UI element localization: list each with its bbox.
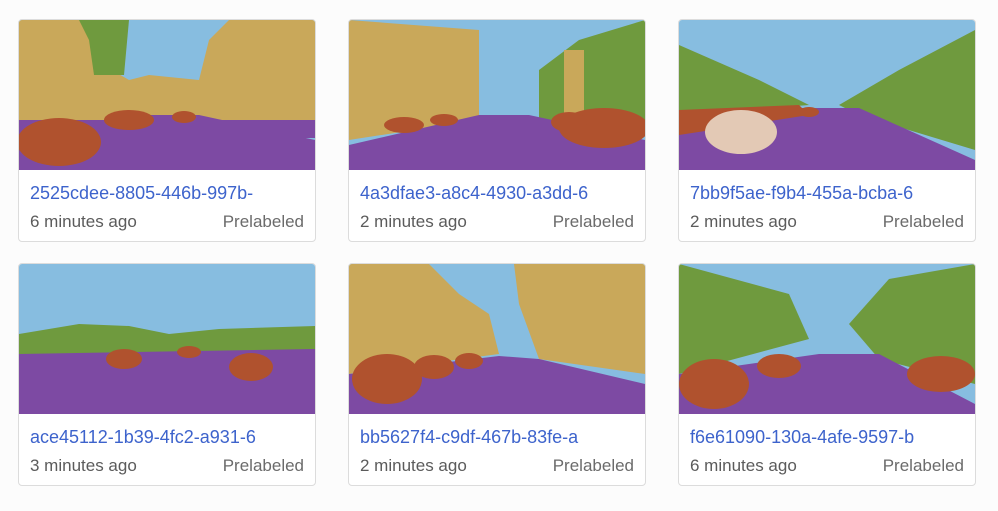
segmentation-thumbnail[interactable] <box>19 264 315 414</box>
segmentation-thumbnail[interactable] <box>679 264 975 414</box>
timestamp: 6 minutes ago <box>690 456 797 475</box>
image-card[interactable]: ace45112-1b39-4fc2-a931-6 3 minutes ago … <box>18 263 316 486</box>
image-name-link[interactable]: 2525cdee-8805-446b-997b- <box>30 181 306 205</box>
status-label: Prelabeled <box>552 456 634 475</box>
timestamp: 3 minutes ago <box>30 456 137 475</box>
image-name-link[interactable]: f6e61090-130a-4afe-9597-b <box>690 425 966 449</box>
timestamp: 2 minutes ago <box>690 212 797 231</box>
timestamp: 2 minutes ago <box>360 212 467 231</box>
image-name-link[interactable]: ace45112-1b39-4fc2-a931-6 <box>30 425 306 449</box>
image-name-link[interactable]: bb5627f4-c9df-467b-83fe-a <box>360 425 636 449</box>
status-label: Prelabeled <box>222 212 304 231</box>
image-card[interactable]: 7bb9f5ae-f9b4-455a-bcba-6 2 minutes ago … <box>678 19 976 242</box>
image-card[interactable]: 4a3dfae3-a8c4-4930-a3dd-6 2 minutes ago … <box>348 19 646 242</box>
image-card[interactable]: 2525cdee-8805-446b-997b- 6 minutes ago P… <box>18 19 316 242</box>
segmentation-thumbnail[interactable] <box>679 20 975 170</box>
image-grid: 2525cdee-8805-446b-997b- 6 minutes ago P… <box>0 0 998 511</box>
image-card[interactable]: bb5627f4-c9df-467b-83fe-a 2 minutes ago … <box>348 263 646 486</box>
timestamp: 6 minutes ago <box>30 212 137 231</box>
status-label: Prelabeled <box>882 212 964 231</box>
segmentation-thumbnail[interactable] <box>349 264 645 414</box>
image-card[interactable]: f6e61090-130a-4afe-9597-b 6 minutes ago … <box>678 263 976 486</box>
status-label: Prelabeled <box>222 456 304 475</box>
timestamp: 2 minutes ago <box>360 456 467 475</box>
segmentation-thumbnail[interactable] <box>349 20 645 170</box>
segmentation-thumbnail[interactable] <box>19 20 315 170</box>
image-name-link[interactable]: 7bb9f5ae-f9b4-455a-bcba-6 <box>690 181 966 205</box>
status-label: Prelabeled <box>552 212 634 231</box>
image-name-link[interactable]: 4a3dfae3-a8c4-4930-a3dd-6 <box>360 181 636 205</box>
status-label: Prelabeled <box>882 456 964 475</box>
